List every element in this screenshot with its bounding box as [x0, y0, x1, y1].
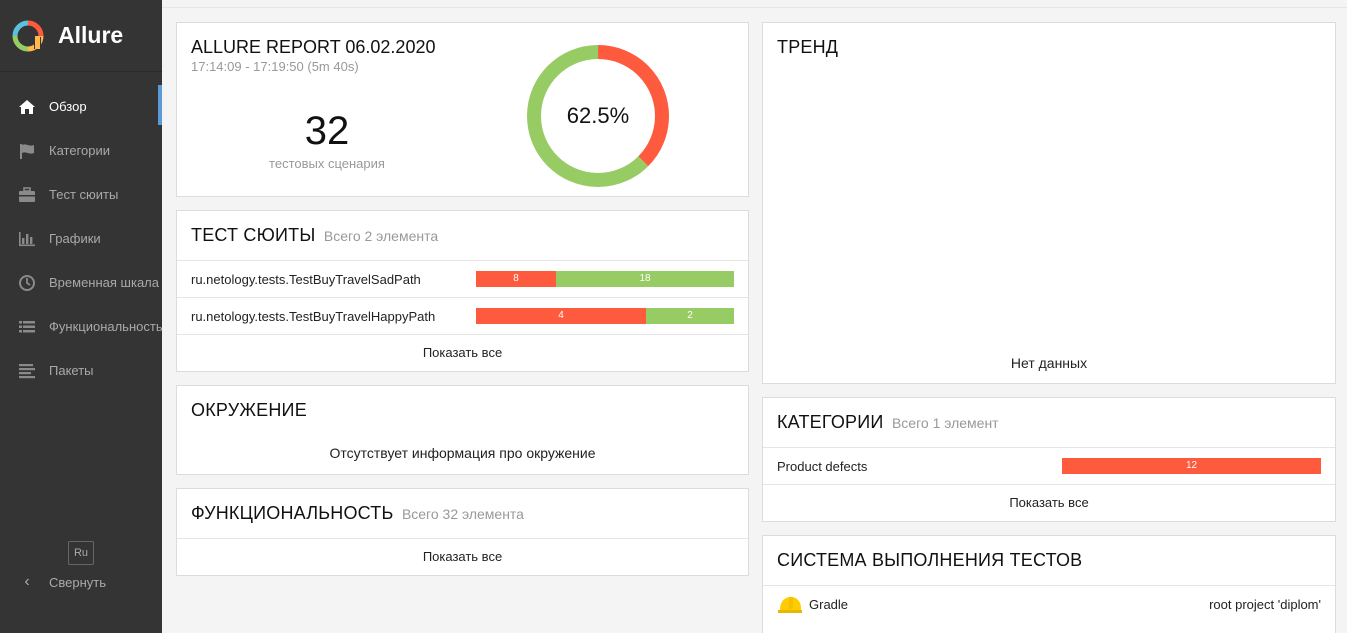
- sidebar-item-label: Графики: [49, 231, 101, 246]
- failed-segment: 12: [1062, 458, 1321, 474]
- top-bar: [162, 0, 1347, 8]
- environment-widget: ОКРУЖЕНИЕ Отсутствует информация про окр…: [176, 385, 749, 475]
- report-time: 17:14:09 - 17:19:50 (5m 40s): [191, 59, 359, 74]
- report-title: ALLURE REPORT 06.02.2020: [191, 37, 436, 57]
- sidebar-nav: Обзор Категории Тест сюиты Графики Време…: [0, 72, 163, 392]
- failed-segment: 8: [476, 271, 556, 287]
- suites-widget: ТЕСТ СЮИТЫ Всего 2 элемента ru.netology.…: [176, 210, 749, 372]
- language-button[interactable]: Ru: [68, 541, 94, 565]
- sidebar-item-label: Обзор: [49, 99, 87, 114]
- features-show-all-link[interactable]: Показать все: [177, 539, 748, 575]
- failed-segment: 4: [476, 308, 646, 324]
- summary-widget: ALLURE REPORT 06.02.2020 17:14:09 - 17:1…: [176, 22, 749, 197]
- trend-empty-message: Нет данных: [1010, 355, 1088, 371]
- collapse-label: Свернуть: [49, 574, 107, 590]
- sidebar-item-graphs[interactable]: Графики: [0, 216, 162, 260]
- align-left-icon: [17, 361, 37, 381]
- sidebar-item-label: Категории: [49, 143, 110, 158]
- brand[interactable]: Allure: [0, 0, 162, 72]
- categories-widget: КАТЕГОРИИ Всего 1 элемент Product defect…: [762, 397, 1336, 522]
- categories-title: КАТЕГОРИИ: [777, 412, 884, 432]
- environment-title: ОКРУЖЕНИЕ: [191, 400, 307, 420]
- test-count-label: тестовых сценария: [269, 156, 385, 171]
- features-title: ФУНКЦИОНАЛЬНОСТЬ: [191, 503, 394, 523]
- categories-header: КАТЕГОРИИ Всего 1 элемент: [763, 398, 1335, 448]
- allure-logo-icon: [12, 20, 44, 51]
- sidebar-item-overview[interactable]: Обзор: [0, 84, 162, 128]
- category-status-bar: 12: [1062, 458, 1321, 474]
- sidebar-item-suites[interactable]: Тест сюиты: [0, 172, 162, 216]
- suite-name: ru.netology.tests.TestBuyTravelSadPath: [191, 271, 421, 287]
- executor-title: СИСТЕМА ВЫПОЛНЕНИЯ ТЕСТОВ: [777, 550, 1083, 570]
- passed-segment: 2: [646, 308, 734, 324]
- test-count: 32: [304, 109, 350, 153]
- features-subtitle: Всего 32 элемента: [401, 506, 524, 522]
- categories-show-all-link[interactable]: Показать все: [763, 485, 1335, 521]
- list-icon: [17, 317, 37, 337]
- flag-icon: [17, 141, 37, 161]
- table-row[interactable]: Product defects 12: [763, 448, 1335, 485]
- sidebar-item-label: Тест сюиты: [49, 187, 119, 202]
- category-name: Product defects: [777, 458, 868, 474]
- executor-value: root project 'diplom': [1209, 597, 1321, 612]
- table-row[interactable]: ru.netology.tests.TestBuyTravelHappyPath…: [177, 298, 748, 335]
- features-widget: ФУНКЦИОНАЛЬНОСТЬ Всего 32 элемента Показ…: [176, 488, 749, 576]
- executor-name: Gradle: [809, 597, 849, 612]
- clock-icon: [17, 273, 37, 293]
- table-row[interactable]: ru.netology.tests.TestBuyTravelSadPath 8…: [177, 261, 748, 298]
- gradle-helmet-icon: [778, 596, 802, 613]
- passed-segment: 18: [556, 271, 734, 287]
- home-icon: [17, 97, 37, 117]
- chevron-left-icon: ‹: [24, 573, 30, 590]
- environment-empty-message: Отсутствует информация про окружение: [329, 445, 596, 461]
- executor-row[interactable]: Gradle root project 'diplom': [763, 586, 1335, 623]
- pass-percent: 62.5%: [566, 103, 630, 128]
- executor-header: СИСТЕМА ВЫПОЛНЕНИЯ ТЕСТОВ: [763, 536, 1335, 586]
- categories-subtitle: Всего 1 элемент: [891, 415, 999, 431]
- sidebar-item-label: Временная шкала: [49, 275, 159, 290]
- trend-header: ТРЕНД: [763, 23, 1335, 58]
- sidebar-item-categories[interactable]: Категории: [0, 128, 162, 172]
- suite-status-bar: 4 2: [476, 308, 734, 324]
- sidebar-item-timeline[interactable]: Временная шкала: [0, 260, 162, 304]
- executor-widget: СИСТЕМА ВЫПОЛНЕНИЯ ТЕСТОВ Gradle root pr…: [762, 535, 1336, 633]
- suite-name: ru.netology.tests.TestBuyTravelHappyPath: [191, 308, 436, 324]
- suite-status-bar: 8 18: [476, 271, 734, 287]
- bar-chart-icon: [17, 229, 37, 249]
- sidebar-item-label: Функциональность: [49, 319, 163, 334]
- sidebar: Allure Обзор Категории Тест сюиты График…: [0, 0, 163, 633]
- sidebar-item-packages[interactable]: Пакеты: [0, 348, 162, 392]
- trend-title: ТРЕНД: [777, 37, 839, 57]
- brand-name: Allure: [58, 22, 124, 48]
- features-header: ФУНКЦИОНАЛЬНОСТЬ Всего 32 элемента: [177, 489, 748, 539]
- sidebar-item-label: Пакеты: [49, 363, 94, 378]
- suites-header: ТЕСТ СЮИТЫ Всего 2 элемента: [177, 211, 748, 261]
- collapse-button[interactable]: ‹ Свернуть: [17, 573, 106, 591]
- briefcase-icon: [17, 185, 37, 205]
- suites-title: ТЕСТ СЮИТЫ: [191, 225, 316, 245]
- suites-show-all-link[interactable]: Показать все: [177, 335, 748, 371]
- suites-subtitle: Всего 2 элемента: [323, 228, 439, 244]
- environment-header: ОКРУЖЕНИЕ: [177, 386, 748, 421]
- sidebar-item-behaviors[interactable]: Функциональность: [0, 304, 163, 348]
- trend-widget: ТРЕНД Нет данных: [762, 22, 1336, 384]
